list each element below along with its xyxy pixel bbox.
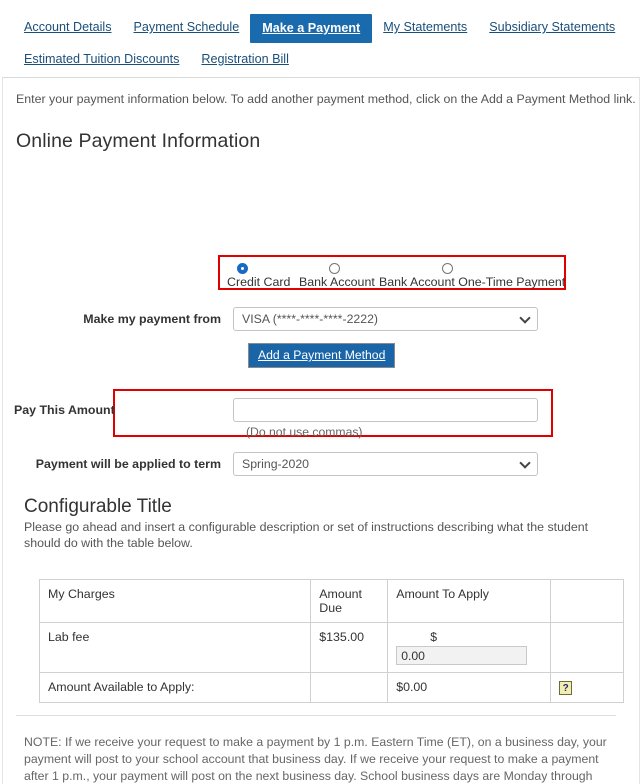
tab-subsidiary-statements[interactable]: Subsidiary Statements <box>478 14 626 39</box>
tab-payment-schedule[interactable]: Payment Schedule <box>123 14 251 39</box>
pay-amount-input[interactable] <box>233 398 538 422</box>
radio-bank-account-one-time-icon[interactable] <box>442 263 453 275</box>
tab-navigation: Account Details Payment Schedule Make a … <box>0 0 642 71</box>
charges-table-body: Lab fee $135.00 $ Amount Available to Ap… <box>38 622 624 703</box>
total-row-amount-due <box>310 672 389 703</box>
radio-dot-wrap-credit-card <box>227 260 299 275</box>
cell-row-action <box>550 622 624 673</box>
payment-from-label: Make my payment from <box>83 312 221 326</box>
table-row: Lab fee $135.00 $ <box>38 622 624 673</box>
intro-text: Enter your payment information below. To… <box>16 92 636 106</box>
payment-type-radio-group: Credit Card Bank Account Bank Account On… <box>220 257 566 289</box>
tab-row-primary: Account Details Payment Schedule Make a … <box>0 14 642 43</box>
cell-charge-description: Lab fee <box>38 622 312 673</box>
note-text: NOTE: If we receive your request to make… <box>24 735 607 783</box>
payment-from-select[interactable]: VISA (****-****-****-2222) <box>233 307 538 331</box>
cell-amount-to-apply: $ <box>387 622 552 673</box>
radio-dot-wrap-bank-account <box>299 260 379 275</box>
tab-registration-bill[interactable]: Registration Bill <box>190 46 300 71</box>
radio-label-credit-card: Credit Card <box>227 275 291 289</box>
payment-from-select-wrap: VISA (****-****-****-2222) <box>233 307 538 331</box>
total-row-help-cell: ? <box>550 672 624 703</box>
radio-label-bank-account: Bank Account <box>299 275 375 289</box>
term-select[interactable]: Spring-2020 <box>233 452 538 476</box>
tab-account-details[interactable]: Account Details <box>13 14 123 39</box>
radio-bank-account-icon[interactable] <box>329 263 340 275</box>
table-total-row: Amount Available to Apply: $0.00 ? <box>38 672 624 703</box>
configurable-title: Configurable Title <box>24 496 172 517</box>
page-root: Account Details Payment Schedule Make a … <box>0 0 642 784</box>
pay-amount-label: Pay This Amount <box>14 403 115 417</box>
column-header-actions <box>550 579 624 623</box>
table-header-row: My Charges Amount Due Amount To Apply <box>38 579 624 623</box>
footer-divider <box>16 715 616 716</box>
radio-option-bank-account-one-time[interactable]: Bank Account One-Time Payment <box>379 260 566 289</box>
term-row: Payment will be applied to term Spring-2… <box>3 452 548 476</box>
page-title: Online Payment Information <box>16 130 261 152</box>
payment-from-row: Make my payment from VISA (****-****-***… <box>3 307 548 331</box>
total-row-available: $0.00 <box>387 672 552 703</box>
column-header-amount-due: Amount Due <box>310 579 389 623</box>
radio-dot-wrap-one-time <box>379 260 559 275</box>
tab-make-a-payment[interactable]: Make a Payment <box>250 14 373 43</box>
column-header-amount-to-apply: Amount To Apply <box>387 579 552 623</box>
radio-credit-card-icon[interactable] <box>237 263 248 275</box>
help-icon[interactable]: ? <box>559 681 573 695</box>
radio-label-bank-account-one-time: Bank Account One-Time Payment <box>379 275 566 289</box>
term-select-wrap: Spring-2020 <box>233 452 538 476</box>
charges-table-head: My Charges Amount Due Amount To Apply <box>38 579 624 623</box>
configurable-description: Please go ahead and insert a configurabl… <box>24 520 589 550</box>
column-header-my-charges: My Charges <box>38 579 312 623</box>
pay-amount-hint: (Do not use commas) <box>246 425 363 439</box>
tab-my-statements[interactable]: My Statements <box>372 14 478 39</box>
total-row-label: Amount Available to Apply: <box>38 672 312 703</box>
payment-type-highlight: Credit Card Bank Account Bank Account On… <box>218 255 566 290</box>
radio-option-credit-card[interactable]: Credit Card <box>227 260 299 289</box>
tab-row-secondary: Estimated Tuition Discounts Registration… <box>0 43 642 71</box>
pay-amount-row: Pay This Amount <box>3 398 548 422</box>
add-payment-method-button[interactable]: Add a Payment Method <box>248 343 396 368</box>
currency-symbol: $ <box>430 630 438 644</box>
term-label: Payment will be applied to term <box>35 457 221 471</box>
amount-to-apply-input[interactable] <box>396 646 528 665</box>
charges-table: My Charges Amount Due Amount To Apply La… <box>38 579 624 703</box>
tab-estimated-tuition-discounts[interactable]: Estimated Tuition Discounts <box>13 46 190 71</box>
content-panel: Enter your payment information below. To… <box>2 77 640 784</box>
add-payment-method-wrap: Add a Payment Method <box>248 343 396 368</box>
cell-amount-due: $135.00 <box>310 622 389 673</box>
radio-option-bank-account[interactable]: Bank Account <box>299 260 379 289</box>
